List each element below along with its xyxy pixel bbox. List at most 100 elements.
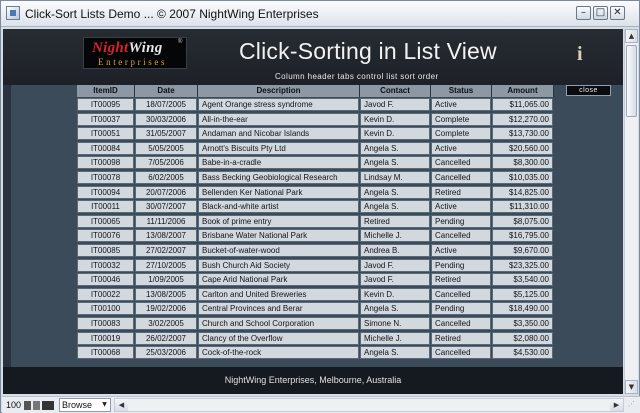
column-header-amount[interactable]: Amount xyxy=(492,85,554,97)
maximize-button[interactable]: □ xyxy=(593,6,608,20)
table-row[interactable]: IT00078 6/02/2005 Bass Becking Geobiologic… xyxy=(3,171,623,186)
cell-description: All-in-the-ear xyxy=(198,112,359,126)
cell-contact: Michelle J. xyxy=(360,229,430,243)
zoom-out-icon[interactable] xyxy=(24,401,31,410)
table-row[interactable]: IT00022 13/08/2005 Carlton and United Brew… xyxy=(3,287,623,303)
scroll-up-arrow-icon[interactable]: ▲ xyxy=(625,29,638,43)
horizontal-scrollbar[interactable]: ◀ ▶ xyxy=(114,398,624,412)
table-row[interactable]: IT00098 7/05/2006 Babe-in-a-cradle Angela S… xyxy=(3,156,623,171)
cell-status: Active xyxy=(431,141,491,155)
cell-date: 7/05/2006 xyxy=(135,156,197,170)
nightwing-logo: NightWing ® Enterprises xyxy=(83,37,187,69)
cell-amount: $8,075.00 xyxy=(492,214,553,228)
cell-itemid: IT00084 xyxy=(77,141,134,155)
table-row[interactable]: IT00076 13/08/2007 Brisbane Water National… xyxy=(3,229,623,244)
column-header-contact[interactable]: Contact xyxy=(360,85,431,97)
info-icon[interactable]: i xyxy=(577,43,583,66)
cell-itemid: IT00019 xyxy=(77,331,134,345)
cell-itemid: IT00037 xyxy=(77,112,134,126)
cell-status: Active xyxy=(431,200,491,214)
cell-status: Cancelled xyxy=(431,171,491,184)
cell-contact: Andrea B. xyxy=(360,244,430,257)
cell-amount: $13,730.00 xyxy=(492,127,553,141)
app-content: NightWing ® Enterprises Click-Sorting in… xyxy=(3,29,623,394)
zoom-in-icon[interactable] xyxy=(33,401,40,410)
cell-description: Black-and-white artist xyxy=(198,200,359,214)
chevron-down-icon: ▼ xyxy=(102,401,107,408)
cell-description: Agent Orange stress syndrome xyxy=(198,98,359,111)
cell-amount: $10,035.00 xyxy=(492,171,553,184)
scroll-left-arrow-icon[interactable]: ◀ xyxy=(115,399,128,411)
close-button[interactable]: close xyxy=(566,85,611,96)
cell-date: 11/11/2006 xyxy=(135,214,197,228)
cell-itemid: IT00065 xyxy=(77,214,134,228)
cell-description: Arnott's Biscuits Pty Ltd xyxy=(198,141,359,155)
column-header-date[interactable]: Date xyxy=(135,85,198,97)
table-row[interactable]: IT00046 1/09/2005 Cape Arid National Park J… xyxy=(3,273,623,288)
mode-select[interactable]: Browse ▼ xyxy=(59,398,111,412)
table-row[interactable]: IT00100 19/02/2006 Central Provinces and B… xyxy=(3,302,623,317)
app-footer: NightWing Enterprises, Melbourne, Austra… xyxy=(3,367,623,394)
cell-status: Retired xyxy=(431,273,491,287)
cell-contact: Angela S. xyxy=(360,185,430,199)
cell-status: Cancelled xyxy=(431,156,491,170)
cell-itemid: IT00032 xyxy=(77,258,134,272)
vertical-scrollbar[interactable]: ▲ ▼ xyxy=(624,29,638,394)
cell-amount: $3,540.00 xyxy=(492,273,553,287)
minimize-button[interactable]: – xyxy=(576,6,591,20)
table-row[interactable]: IT00094 20/07/2006 Bellenden Ker National … xyxy=(3,185,623,201)
cell-description: Babe-in-a-cradle xyxy=(198,156,359,170)
cell-date: 30/03/2006 xyxy=(135,112,197,126)
column-header-description[interactable]: Description xyxy=(198,85,360,97)
cell-amount: $23,325.00 xyxy=(492,258,553,272)
cell-amount: $9,670.00 xyxy=(492,244,553,257)
page-title: Click-Sorting in List View xyxy=(239,38,497,64)
scrollbar-thumb[interactable] xyxy=(626,45,637,117)
table-row[interactable]: IT00095 18/07/2005 Agent Orange stress syn… xyxy=(3,98,623,113)
table-row[interactable]: IT00065 11/11/2006 Book of prime entry Reti… xyxy=(3,214,623,230)
scroll-right-arrow-icon[interactable]: ▶ xyxy=(610,399,623,411)
cell-description: Clancy of the Overflow xyxy=(198,331,359,345)
cell-description: Bucket-of-water-wood xyxy=(198,244,359,257)
status-bar: 100 Browse ▼ ◀ ▶ ⋰ xyxy=(2,396,640,413)
cell-status: Pending xyxy=(431,258,491,272)
table-row[interactable]: IT00068 25/03/2006 Cock-of-the-rock Angela … xyxy=(3,346,623,361)
cell-date: 25/03/2006 xyxy=(135,346,197,360)
cell-status: Cancelled xyxy=(431,317,491,330)
table-row[interactable]: IT00085 27/02/2007 Bucket-of-water-wood And… xyxy=(3,244,623,259)
cell-contact: Javod F. xyxy=(360,258,430,272)
table-row[interactable]: IT00083 3/02/2005 Church and School Corpor… xyxy=(3,317,623,332)
status-toggle-icon[interactable] xyxy=(42,401,54,410)
cell-status: Cancelled xyxy=(431,346,491,360)
cell-contact: Angela S. xyxy=(360,200,430,214)
logo-registered-mark: ® xyxy=(178,39,183,45)
cell-date: 6/02/2005 xyxy=(135,171,197,184)
resize-grip-icon[interactable]: ⋰ xyxy=(628,400,638,411)
cell-status: Pending xyxy=(431,214,491,228)
table-row[interactable]: IT00019 26/02/2007 Clancy of the Overflow M… xyxy=(3,331,623,347)
cell-description: Cock-of-the-rock xyxy=(198,346,359,360)
cell-contact: Michelle J. xyxy=(360,331,430,345)
table-row[interactable]: IT00011 30/07/2007 Black-and-white artist A… xyxy=(3,200,623,215)
close-window-button[interactable]: ✕ xyxy=(610,6,625,20)
cell-contact: Angela S. xyxy=(360,156,430,170)
column-header-itemid[interactable]: ItemID xyxy=(77,85,135,97)
table-row[interactable]: IT00051 31/05/2007 Andaman and Nicobar Isl… xyxy=(3,127,623,142)
window-title: Click-Sort Lists Demo ... © 2007 NightWi… xyxy=(25,7,319,21)
logo-subtitle: Enterprises xyxy=(98,57,168,67)
cell-description: Bush Church Aid Society xyxy=(198,258,359,272)
zoom-level[interactable]: 100 xyxy=(6,400,21,410)
column-header-status[interactable]: Status xyxy=(431,85,492,97)
cell-itemid: IT00078 xyxy=(77,171,134,184)
scroll-down-arrow-icon[interactable]: ▼ xyxy=(625,380,638,394)
cell-amount: $18,490.00 xyxy=(492,302,553,316)
cell-amount: $16,795.00 xyxy=(492,229,553,243)
cell-contact: Kevin D. xyxy=(360,287,430,301)
table-row[interactable]: IT00084 5/05/2005 Arnott's Biscuits Pty Lt… xyxy=(3,141,623,157)
app-icon xyxy=(6,6,20,20)
cell-itemid: IT00083 xyxy=(77,317,134,330)
cell-date: 27/10/2005 xyxy=(135,258,197,272)
table-row[interactable]: IT00032 27/10/2005 Bush Church Aid Society… xyxy=(3,258,623,274)
title-bar[interactable]: Click-Sort Lists Demo ... © 2007 NightWi… xyxy=(1,1,639,27)
table-row[interactable]: IT00037 30/03/2006 All-in-the-ear Kevin D. C… xyxy=(3,112,623,128)
